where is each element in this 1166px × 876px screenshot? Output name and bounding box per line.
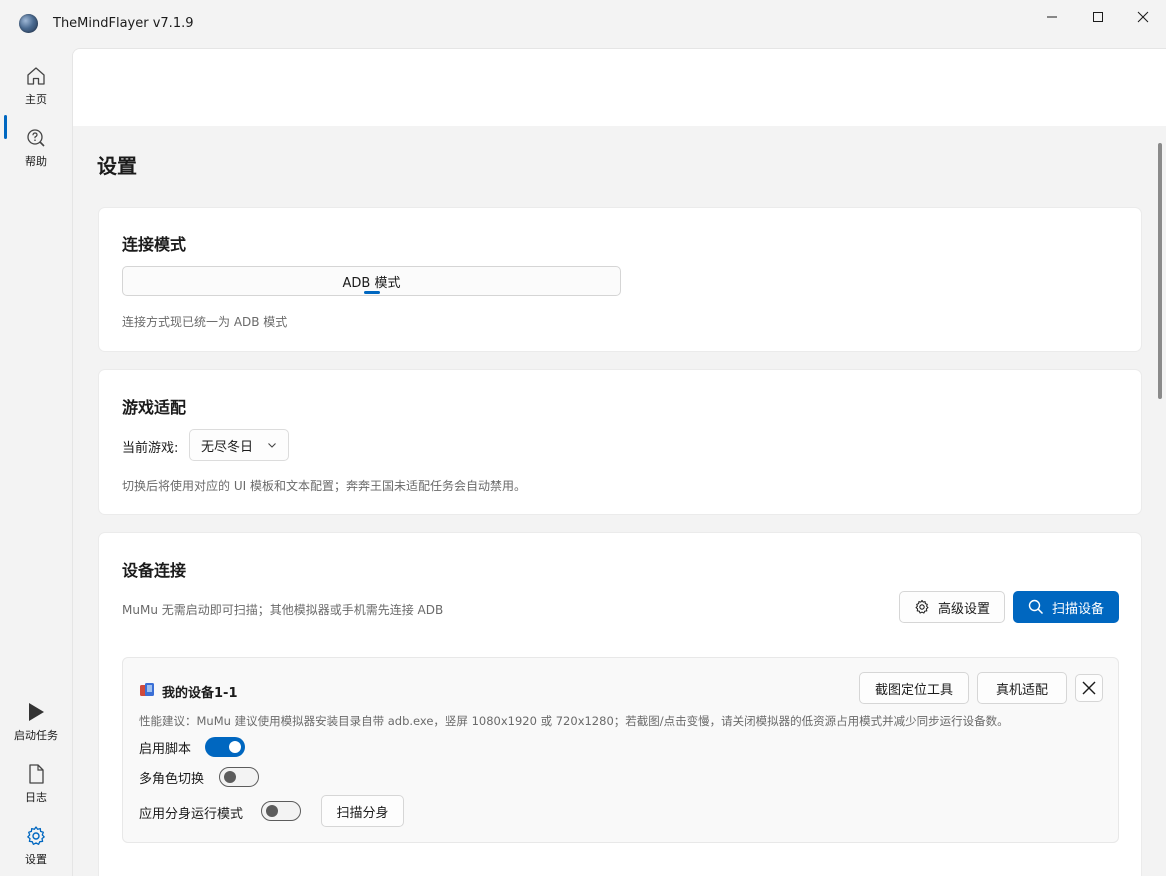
nav-item-help[interactable]: 帮助 <box>4 120 68 176</box>
current-game-value: 无尽冬日 <box>201 439 254 455</box>
game-adapt-hint: 切换后将使用对应的 UI 模板和文本配置；奔奔王国未适配任务会自动禁用。 <box>122 479 526 493</box>
selected-indicator <box>364 291 380 294</box>
connection-mode-value: ADB 模式 <box>342 275 401 291</box>
current-game-dropdown[interactable]: 无尽冬日 <box>189 429 289 461</box>
vertical-scrollbar[interactable] <box>1158 143 1162 399</box>
device-item: 我的设备1-1 截图定位工具 真机适配 性能建议：MuMu 建议使用模拟器安装目… <box>122 657 1119 843</box>
device-icon <box>140 683 154 696</box>
window-title: TheMindFlayer v7.1.9 <box>53 16 194 31</box>
connection-mode-card: 连接模式 ADB 模式 连接方式现已统一为 ADB 模式 <box>98 207 1142 352</box>
current-game-label: 当前游戏: <box>122 441 179 456</box>
page-title: 设置 <box>97 154 137 178</box>
app-logo-icon <box>19 14 38 33</box>
maximize-button[interactable] <box>1075 0 1121 34</box>
nav-item-settings[interactable]: 设置 <box>4 818 68 874</box>
scan-devices-button[interactable]: 扫描设备 <box>1013 591 1119 623</box>
advanced-settings-label: 高级设置 <box>937 601 990 617</box>
title-bar: TheMindFlayer v7.1.9 <box>0 0 1166 48</box>
content-header-area <box>73 49 1166 126</box>
nav-item-start-task[interactable]: 启动任务 <box>4 694 68 750</box>
close-window-button[interactable] <box>1120 0 1166 34</box>
minimize-icon <box>1047 16 1057 18</box>
device-connection-hint: MuMu 无需启动即可扫描；其他模拟器或手机需先连接 ADB <box>122 603 444 617</box>
screenshot-locate-tool-label: 截图定位工具 <box>874 682 953 698</box>
multi-role-toggle[interactable] <box>219 767 259 787</box>
enable-script-label: 启用脚本 <box>139 742 192 757</box>
side-nav: 主页 帮助 启动任务 日志 设置 <box>0 48 72 876</box>
nav-label-start-task: 启动任务 <box>14 729 58 742</box>
maximize-icon <box>1093 12 1103 22</box>
multi-role-label: 多角色切换 <box>139 772 205 787</box>
scan-devices-label: 扫描设备 <box>1051 601 1104 617</box>
clone-mode-toggle[interactable] <box>261 801 301 821</box>
enable-script-toggle[interactable] <box>205 737 245 757</box>
remove-device-button[interactable] <box>1075 674 1103 702</box>
content-area: 设置 连接模式 ADB 模式 连接方式现已统一为 ADB 模式 游戏适配 当前游… <box>72 48 1166 876</box>
screenshot-locate-tool-button[interactable]: 截图定位工具 <box>859 672 969 704</box>
nav-label-help: 帮助 <box>25 155 47 168</box>
advanced-settings-button[interactable]: 高级设置 <box>899 591 1005 623</box>
toggle-knob <box>266 805 278 817</box>
game-adapt-card: 游戏适配 当前游戏: 无尽冬日 切换后将使用对应的 UI 模板和文本配置；奔奔王… <box>98 369 1142 515</box>
gear-icon <box>27 826 45 845</box>
play-icon <box>29 703 44 721</box>
document-icon <box>29 764 44 784</box>
home-icon <box>27 67 45 85</box>
clone-mode-label: 应用分身运行模式 <box>139 807 244 822</box>
real-device-adapt-label: 真机适配 <box>995 682 1048 698</box>
game-adapt-title: 游戏适配 <box>122 398 187 417</box>
nav-item-home[interactable]: 主页 <box>4 58 68 114</box>
nav-item-log[interactable]: 日志 <box>4 756 68 812</box>
connection-mode-title: 连接模式 <box>122 235 187 254</box>
minimize-button[interactable] <box>1029 0 1075 34</box>
toggle-knob <box>224 771 236 783</box>
chevron-down-icon <box>268 443 276 448</box>
close-icon <box>1082 681 1096 695</box>
performance-hint: 性能建议：MuMu 建议使用模拟器安装目录自带 adb.exe，竖屏 1080x… <box>139 714 1009 728</box>
scan-clone-label: 扫描分身 <box>336 805 389 821</box>
nav-label-log: 日志 <box>25 791 47 804</box>
scan-clone-button[interactable]: 扫描分身 <box>321 795 404 827</box>
device-name: 我的设备1-1 <box>162 686 238 701</box>
connection-mode-hint: 连接方式现已统一为 ADB 模式 <box>122 315 288 329</box>
device-connection-title: 设备连接 <box>122 561 187 580</box>
toggle-knob <box>229 741 241 753</box>
close-icon <box>1137 11 1149 23</box>
nav-label-home: 主页 <box>25 93 47 106</box>
search-icon <box>1028 599 1044 615</box>
nav-label-settings: 设置 <box>25 853 47 866</box>
connection-mode-selector[interactable]: ADB 模式 <box>122 266 621 296</box>
device-connection-card: 设备连接 MuMu 无需启动即可扫描；其他模拟器或手机需先连接 ADB 高级设置… <box>98 532 1142 876</box>
real-device-adapt-button[interactable]: 真机适配 <box>977 672 1067 704</box>
help-icon <box>27 129 45 147</box>
gear-icon <box>915 599 929 614</box>
